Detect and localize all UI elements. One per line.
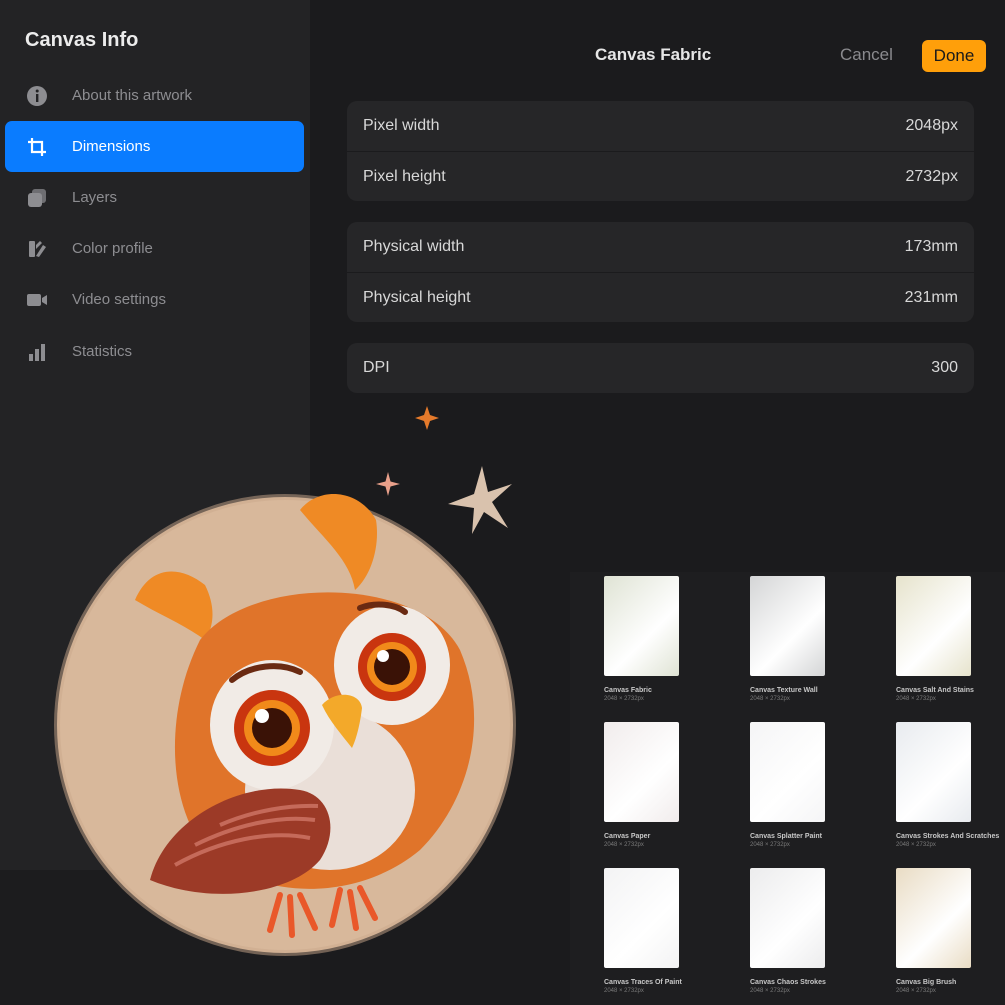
- row-label: Pixel width: [363, 117, 440, 134]
- sidebar-item-color-profile[interactable]: Color profile: [5, 223, 304, 274]
- owl-illustration: [54, 406, 516, 956]
- canvas-thumbnail[interactable]: [896, 576, 971, 676]
- color-swatch-icon: [25, 237, 49, 261]
- canvas-name: Canvas Paper: [604, 833, 651, 840]
- sparkle-icon: [415, 406, 439, 430]
- canvas-thumbnail[interactable]: [604, 722, 679, 822]
- canvas-name: Canvas Strokes And Scratches: [896, 833, 1000, 840]
- crop-icon: [25, 135, 49, 159]
- page-title: Canvas Fabric: [595, 45, 712, 64]
- star-icon: [448, 466, 512, 534]
- done-button[interactable]: Done: [922, 40, 986, 72]
- row-label: Physical width: [363, 238, 465, 255]
- sidebar-item-statistics[interactable]: Statistics: [5, 326, 304, 377]
- row-label: Physical height: [363, 288, 471, 306]
- canvas-thumbnail[interactable]: [750, 722, 825, 822]
- canvas-size: 2048 × 2732px: [604, 842, 644, 848]
- canvas-name: Canvas Traces Of Paint: [604, 979, 682, 986]
- sparkle-icon: [376, 472, 400, 496]
- canvas-thumbnail[interactable]: [896, 722, 971, 822]
- canvas-size: 2048 × 2732px: [604, 696, 644, 702]
- sidebar-item-label: Color profile: [72, 240, 153, 257]
- layers-icon: [25, 186, 49, 210]
- pixel-width-value[interactable]: 2048px: [906, 117, 959, 135]
- canvas-thumbnail[interactable]: [604, 868, 679, 968]
- canvas-name: Canvas Salt And Stains: [896, 687, 974, 694]
- sidebar-item-dimensions[interactable]: Dimensions: [5, 121, 304, 172]
- canvas-name: Canvas Big Brush: [896, 979, 957, 986]
- canvas-thumbnail[interactable]: [750, 868, 825, 968]
- dpi-row[interactable]: DPI 300: [347, 343, 974, 393]
- canvas-size: 2048 × 2732px: [750, 842, 790, 848]
- sidebar-item-label: Statistics: [72, 343, 133, 360]
- video-camera-icon: [25, 288, 49, 312]
- bar-chart-icon: [25, 340, 49, 364]
- sidebar-item-layers[interactable]: Layers: [5, 172, 304, 223]
- sidebar-item-label: Layers: [72, 189, 118, 206]
- cancel-button[interactable]: Cancel: [840, 45, 893, 65]
- physical-dimensions-group: Physical width 173mm Physical height 231…: [347, 222, 974, 322]
- canvas-size: 2048 × 2732px: [896, 842, 936, 848]
- canvas-name: Canvas Texture Wall: [750, 687, 818, 694]
- canvas-name: Canvas Splatter Paint: [750, 833, 822, 840]
- canvas-size: 2048 × 2732px: [750, 988, 790, 994]
- sidebar-item-label: About this artwork: [72, 87, 193, 104]
- canvas-name: Canvas Chaos Strokes: [750, 979, 826, 986]
- pixel-height-value[interactable]: 2732px: [906, 168, 959, 186]
- dpi-group: DPI 300: [347, 343, 974, 393]
- pixel-height-row[interactable]: Pixel height 2732px: [347, 151, 974, 201]
- pixel-width-row[interactable]: Pixel width 2048px: [347, 101, 974, 151]
- physical-width-value[interactable]: 173mm: [905, 238, 958, 256]
- sidebar-item-label: Video settings: [72, 291, 166, 308]
- canvas-size: 2048 × 2732px: [750, 696, 790, 702]
- row-label: Pixel height: [363, 167, 446, 185]
- sidebar-item-label: Dimensions: [72, 138, 151, 155]
- canvas-name: Canvas Fabric: [604, 687, 652, 694]
- info-icon: [25, 84, 49, 108]
- row-label: DPI: [363, 359, 390, 376]
- canvas-size: 2048 × 2732px: [604, 988, 644, 994]
- sidebar-title: Canvas Info: [25, 29, 139, 51]
- physical-width-row[interactable]: Physical width 173mm: [347, 222, 974, 272]
- physical-height-value[interactable]: 231mm: [905, 289, 958, 307]
- canvas-thumbnail[interactable]: [604, 576, 679, 676]
- dpi-value[interactable]: 300: [931, 359, 958, 377]
- canvas-thumbnail[interactable]: [750, 576, 825, 676]
- sidebar-item-video-settings[interactable]: Video settings: [5, 274, 304, 325]
- physical-height-row[interactable]: Physical height 231mm: [347, 272, 974, 322]
- canvas-size: 2048 × 2732px: [896, 988, 936, 994]
- canvas-thumbnail[interactable]: [896, 868, 971, 968]
- canvas-size: 2048 × 2732px: [896, 696, 936, 702]
- pixel-dimensions-group: Pixel width 2048px Pixel height 2732px: [347, 101, 974, 201]
- sidebar-item-about[interactable]: About this artwork: [5, 70, 304, 121]
